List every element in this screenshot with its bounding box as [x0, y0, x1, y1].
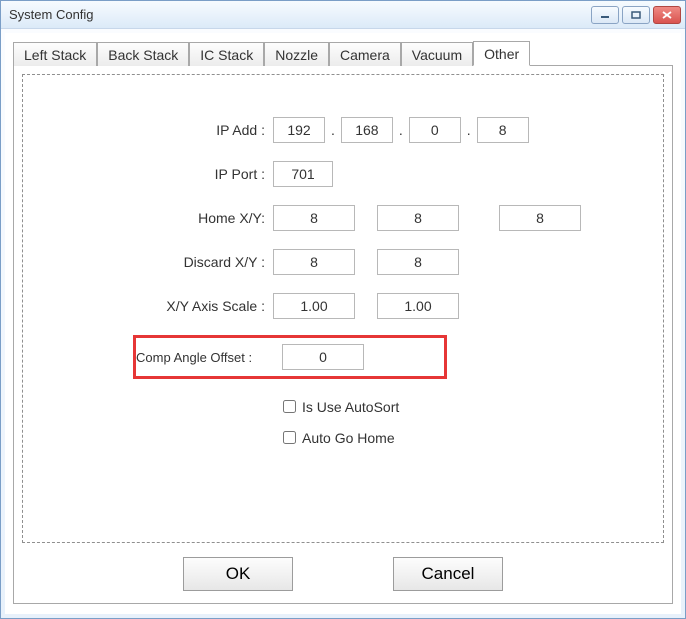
home-y-input[interactable] [377, 205, 459, 231]
row-autohome: Auto Go Home [279, 428, 633, 447]
ip-octet-4[interactable] [477, 117, 529, 143]
tab-label: IC Stack [200, 47, 253, 63]
row-ip-add: IP Add : . . . [53, 115, 633, 145]
window-title: System Config [9, 7, 591, 22]
tab-label: Camera [340, 47, 390, 63]
ok-button-label: OK [226, 564, 251, 583]
tab-label: Other [484, 46, 519, 62]
axis-scale-y-input[interactable] [377, 293, 459, 319]
ok-button[interactable]: OK [183, 557, 293, 591]
axis-scale-x-input[interactable] [273, 293, 355, 319]
window: System Config Left Stack Back Stack IC S… [0, 0, 686, 619]
label-autohome: Auto Go Home [302, 430, 395, 446]
tab-label: Back Stack [108, 47, 178, 63]
autohome-checkbox[interactable] [283, 431, 296, 444]
discard-x-input[interactable] [273, 249, 355, 275]
tab-vacuum[interactable]: Vacuum [401, 42, 473, 66]
dot-separator: . [467, 122, 471, 138]
window-buttons [591, 6, 681, 24]
tab-label: Nozzle [275, 47, 318, 63]
dialog-buttons: OK Cancel [22, 543, 664, 595]
row-home-xy: Home X/Y: [53, 203, 633, 233]
ip-octet-1[interactable] [273, 117, 325, 143]
row-autosort: Is Use AutoSort [279, 397, 633, 416]
panel-inner: IP Add : . . . IP Port : Home X/Y: [22, 74, 664, 543]
comp-angle-highlight: Comp Angle Offset : [133, 335, 447, 379]
dot-separator: . [331, 122, 335, 138]
close-button[interactable] [653, 6, 681, 24]
row-axis-scale: X/Y Axis Scale : [53, 291, 633, 321]
minimize-button[interactable] [591, 6, 619, 24]
label-comp-angle: Comp Angle Offset : [136, 350, 282, 365]
label-axis-scale: X/Y Axis Scale : [53, 298, 273, 314]
tab-strip: Left Stack Back Stack IC Stack Nozzle Ca… [13, 39, 673, 65]
home-z-input[interactable] [499, 205, 581, 231]
titlebar: System Config [1, 1, 685, 29]
tab-camera[interactable]: Camera [329, 42, 401, 66]
label-discard-xy: Discard X/Y : [53, 254, 273, 270]
label-home-xy: Home X/Y: [53, 210, 273, 226]
dot-separator: . [399, 122, 403, 138]
tab-ic-stack[interactable]: IC Stack [189, 42, 264, 66]
tab-label: Left Stack [24, 47, 86, 63]
row-ip-port: IP Port : [53, 159, 633, 189]
ip-port-input[interactable] [273, 161, 333, 187]
tab-back-stack[interactable]: Back Stack [97, 42, 189, 66]
maximize-button[interactable] [622, 6, 650, 24]
tab-nozzle[interactable]: Nozzle [264, 42, 329, 66]
client-area: Left Stack Back Stack IC Stack Nozzle Ca… [5, 33, 681, 614]
cancel-button-label: Cancel [422, 564, 475, 583]
label-autosort: Is Use AutoSort [302, 399, 399, 415]
discard-y-input[interactable] [377, 249, 459, 275]
label-ip-port: IP Port : [53, 166, 273, 182]
tab-label: Vacuum [412, 47, 462, 63]
tab-left-stack[interactable]: Left Stack [13, 42, 97, 66]
comp-angle-input[interactable] [282, 344, 364, 370]
home-x-input[interactable] [273, 205, 355, 231]
row-discard-xy: Discard X/Y : [53, 247, 633, 277]
tab-panel-other: IP Add : . . . IP Port : Home X/Y: [13, 65, 673, 604]
cancel-button[interactable]: Cancel [393, 557, 503, 591]
tab-other[interactable]: Other [473, 41, 530, 66]
ip-octet-2[interactable] [341, 117, 393, 143]
label-ip-add: IP Add : [53, 122, 273, 138]
ip-octet-3[interactable] [409, 117, 461, 143]
autosort-checkbox[interactable] [283, 400, 296, 413]
